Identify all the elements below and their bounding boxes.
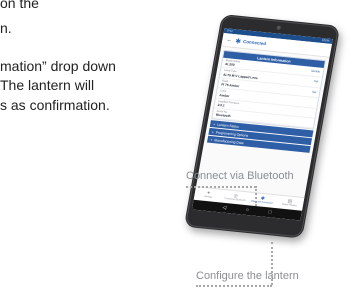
lantern-information-card: Lantern Information Model Name AL200 Ident… bbox=[211, 49, 327, 130]
info-row-action-link[interactable]: Set bbox=[312, 90, 317, 94]
callout-configure-lantern: Configure the lantern bbox=[196, 270, 299, 282]
instruction-line-5: s as confirmation. bbox=[0, 97, 110, 113]
expand-chevron-icon: + bbox=[210, 137, 213, 142]
callout-configure-leader-rise bbox=[271, 242, 273, 285]
home-nav-icon[interactable]: ○ bbox=[245, 205, 250, 215]
status-battery: 100% bbox=[321, 38, 330, 43]
info-row-action-link[interactable]: Set bbox=[314, 79, 319, 83]
callout-connect-bluetooth: Connect via Bluetooth bbox=[186, 170, 294, 182]
instruction-line-1: on the bbox=[0, 0, 39, 11]
recent-apps-icon[interactable]: □ bbox=[268, 207, 273, 217]
bottom-nav-label: Delete Reader bbox=[281, 203, 297, 208]
callout-connect-leader-drop bbox=[255, 186, 257, 206]
instruction-line-3: mation” drop down bbox=[0, 58, 116, 74]
callout-configure-leader bbox=[196, 285, 272, 287]
lantern-info-rows: Model Name AL200 Identify Lamp Type AL75 M-V… bbox=[212, 57, 324, 129]
callout-connect-leader bbox=[186, 186, 256, 188]
connection-title: Connected bbox=[242, 39, 267, 47]
info-row-action-link[interactable]: Identify bbox=[311, 69, 321, 74]
status-time: 9:41 bbox=[226, 28, 234, 33]
tablet-device: 9:41 100% ← ✱ Connected Lantern Informat… bbox=[183, 14, 341, 239]
instruction-line-4: The lantern will bbox=[0, 77, 95, 93]
stage: on the n. mation” drop down The lantern … bbox=[0, 0, 362, 288]
expand-chevron-icon: + bbox=[212, 122, 216, 127]
instruction-line-2: n. bbox=[0, 20, 12, 36]
bottom-nav-label: Settings bbox=[203, 195, 213, 199]
tablet-screen: 9:41 100% ← ✱ Connected Lantern Informat… bbox=[191, 28, 333, 221]
collapsed-section-label: Lantern Status bbox=[216, 122, 240, 129]
back-nav-icon[interactable]: ◁ bbox=[222, 203, 228, 213]
expand-chevron-icon: + bbox=[211, 130, 215, 135]
collapsed-section-label: Manufacturing Data bbox=[214, 138, 244, 146]
